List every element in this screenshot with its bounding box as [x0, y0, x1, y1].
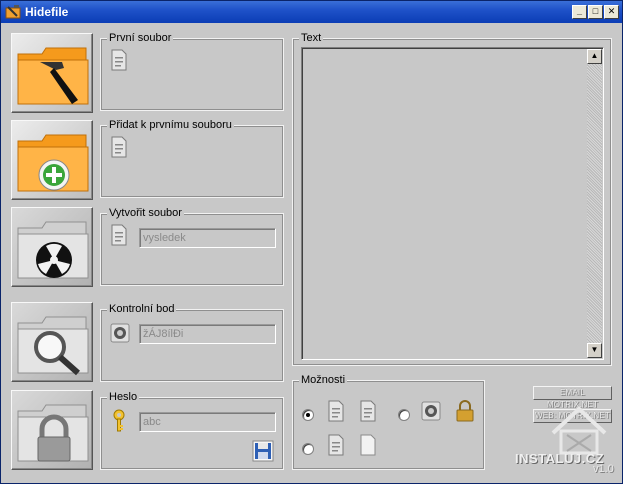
save-icon[interactable] [252, 440, 274, 462]
scroll-up-icon[interactable]: ▲ [587, 49, 602, 64]
radiation-folder-icon [17, 221, 89, 279]
window-title: Hidefile [25, 5, 69, 19]
file-icon [328, 434, 344, 456]
first-file-group: První soubor [100, 32, 284, 111]
option-radio-2[interactable] [302, 443, 314, 455]
app-icon [5, 5, 21, 19]
open-first-file-button[interactable] [11, 33, 93, 113]
password-button[interactable] [11, 390, 93, 470]
email-button[interactable]: EMAIL MOTRIX.NET [533, 386, 612, 409]
minimize-button[interactable]: _ [572, 5, 587, 19]
first-file-label: První soubor [107, 32, 174, 44]
add-file-label: Přidat k prvnímu souboru [107, 119, 234, 131]
key-icon [113, 409, 125, 432]
scroll-down-icon[interactable]: ▼ [587, 343, 602, 358]
watermark-logo-icon [551, 406, 607, 455]
add-folder-icon [17, 134, 89, 192]
checkpoint-label: Kontrolní bod [107, 303, 177, 315]
version-label: v1.0 [593, 463, 614, 475]
file-icon[interactable] [110, 136, 128, 158]
padlock-icon [456, 400, 474, 422]
password-label: Heslo [107, 391, 140, 403]
vertical-scrollbar[interactable]: ▲ ▼ [587, 49, 602, 358]
create-file-label: Vytvořit soubor [107, 207, 184, 219]
hammer-folder-icon [17, 47, 89, 105]
watermark-text: INSTALUJ.CZ [515, 451, 605, 466]
text-label: Text [299, 32, 324, 44]
blank-file-icon [360, 434, 376, 456]
checkpoint-input[interactable]: žÁJ8ílĐi [139, 324, 276, 344]
checkpoint-icon [421, 401, 441, 421]
app-window: Hidefile _ □ ✕ První soubor Přidat k prv… [0, 0, 623, 484]
password-input[interactable]: abc [139, 412, 276, 432]
file-icon [328, 400, 344, 422]
file-icon[interactable] [110, 224, 128, 246]
add-to-first-file-button[interactable] [11, 120, 93, 200]
client-area: První soubor Přidat k prvnímu souboru Vy… [1, 23, 622, 483]
file-icon [360, 400, 376, 422]
magnifier-folder-icon [17, 316, 89, 376]
option-radio-1[interactable] [302, 409, 314, 421]
create-file-group: Vytvořit soubor vysledek [100, 207, 284, 286]
padlock-folder-icon [17, 404, 89, 462]
maximize-button[interactable]: □ [588, 5, 603, 19]
checkpoint-button[interactable] [11, 302, 93, 382]
output-filename-input[interactable]: vysledek [139, 228, 276, 248]
checkpoint-icon[interactable] [110, 323, 130, 343]
add-file-group: Přidat k prvnímu souboru [100, 119, 284, 198]
password-group: Heslo abc [100, 391, 284, 470]
create-file-button[interactable] [11, 207, 93, 287]
option-radio-3[interactable] [398, 409, 410, 421]
checkpoint-group: Kontrolní bod žÁJ8ílĐi [100, 303, 284, 382]
options-label: Možnosti [299, 374, 348, 386]
text-area[interactable]: ▲ ▼ [301, 47, 604, 360]
close-button[interactable]: ✕ [604, 5, 619, 19]
file-icon[interactable] [110, 49, 128, 71]
title-bar[interactable]: Hidefile _ □ ✕ [1, 1, 622, 23]
options-group: Možnosti [292, 374, 485, 470]
